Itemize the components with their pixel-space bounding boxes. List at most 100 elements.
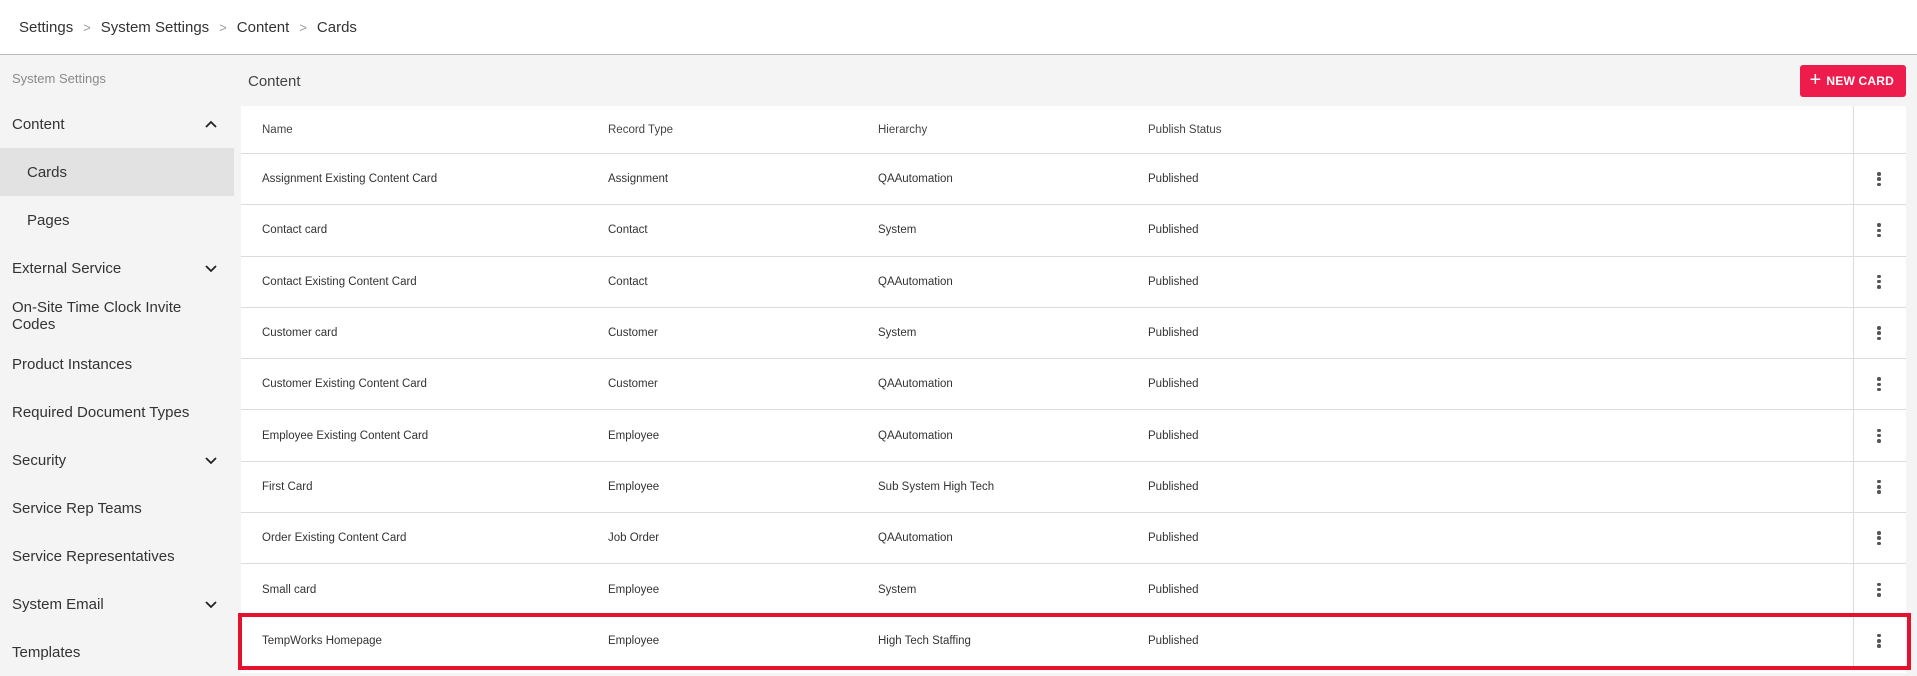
kebab-dot (1877, 639, 1881, 643)
cell-publish-status: Published (1148, 583, 1199, 596)
more-vertical-icon[interactable] (1874, 528, 1884, 548)
table-row[interactable]: Contact Existing Content Card Contact QAAu… (241, 256, 1906, 308)
kebab-dot (1877, 382, 1881, 387)
cell-record-type: Contact (608, 224, 648, 237)
cell-publish-status: Published (1148, 634, 1199, 647)
table-row[interactable]: TempWorks Homepage Employee High Tech Staf… (241, 615, 1906, 667)
breadcrumb-settings[interactable]: Settings (19, 19, 73, 36)
cell-hierarchy: Sub System High Tech (878, 480, 995, 493)
sidebar-item-system-email[interactable]: System Email (0, 580, 234, 628)
kebab-dot (1877, 285, 1881, 289)
table-row[interactable]: Small card Employee System Published (241, 564, 1906, 616)
kebab-dot (1877, 228, 1881, 233)
sidebar-item-cards[interactable]: Cards (0, 148, 234, 196)
more-vertical-icon[interactable] (1874, 477, 1884, 497)
kebab-dot (1877, 531, 1881, 535)
sidebar-item-service-representatives[interactable]: Service Representatives (0, 532, 234, 580)
table-row[interactable]: First Card Employee Sub System High Tech Pu… (241, 461, 1906, 514)
more-vertical-icon[interactable] (1874, 580, 1884, 600)
cell-name[interactable]: Small card (262, 584, 316, 596)
cell-hierarchy: QAAutomation (878, 173, 953, 186)
cell-record-type: Customer (608, 327, 658, 340)
sidebar-item-on-site-time-clock-invite-codes[interactable]: On-Site Time Clock Invite Codes (0, 292, 234, 340)
sidebar-list: Content Cards Pages External Service On-Site… (0, 100, 234, 676)
table-row[interactable]: Order Existing Content Card Job Order QAAu… (241, 513, 1906, 565)
more-vertical-icon[interactable] (1874, 631, 1884, 651)
cell-name[interactable]: Contact card (262, 224, 327, 236)
kebab-dot (1877, 587, 1881, 592)
cell-hierarchy: System (878, 327, 917, 340)
cell-name[interactable]: First Card (262, 481, 312, 493)
sidebar-item-service-rep-teams[interactable]: Service Rep Teams (0, 484, 234, 532)
sidebar: System Settings Content Cards Pages Externa… (0, 56, 234, 673)
chevron-down-icon[interactable] (204, 597, 218, 611)
kebab-dot (1877, 479, 1881, 484)
cell-name[interactable]: Contact Existing Content Card (262, 276, 417, 288)
sidebar-item-product-instances[interactable]: Product Instances (0, 340, 234, 388)
cell-name[interactable]: Employee Existing Content Card (262, 430, 428, 442)
sidebar-item-templates[interactable]: Templates (0, 628, 234, 676)
sidebar-item-content[interactable]: Content (0, 100, 234, 148)
more-vertical-icon[interactable] (1874, 169, 1884, 189)
chevron-right-icon: > (219, 19, 227, 35)
cell-name[interactable]: Customer card (262, 327, 337, 339)
table-row[interactable]: Contact card Contact System Published (241, 205, 1906, 257)
cell-name[interactable]: TempWorks Homepage (262, 635, 382, 647)
table-row[interactable]: Employee Existing Content Card Employee QA… (241, 410, 1906, 462)
table-body: Assignment Existing Content Card Assignme… (241, 154, 1906, 667)
kebab-dot (1877, 593, 1881, 597)
chevron-down-icon[interactable] (204, 261, 218, 275)
new-card-button[interactable]: + NEW CARD (1799, 65, 1906, 97)
kebab-dot (1877, 177, 1881, 181)
cell-record-type: Customer (608, 378, 658, 391)
cell-name[interactable]: Order Existing Content Card (262, 532, 406, 544)
sidebar-item-label: Required Document Types (12, 403, 190, 421)
column-header-record-type[interactable]: Record Type (608, 124, 673, 136)
cell-hierarchy: High Tech Staffing (878, 634, 971, 647)
cell-record-type: Assignment (608, 173, 669, 186)
cell-publish-status: Published (1148, 532, 1199, 545)
column-header-publish-status[interactable]: Publish Status (1148, 124, 1222, 136)
cell-hierarchy: System (878, 583, 917, 596)
column-header-name[interactable]: Name (262, 124, 293, 136)
kebab-dot (1877, 439, 1881, 443)
kebab-dot (1877, 279, 1881, 284)
chevron-up-icon[interactable] (204, 117, 218, 131)
sidebar-item-label: Service Rep Teams (12, 499, 142, 517)
column-divider (1853, 154, 1854, 205)
sidebar-item-required-document-types[interactable]: Required Document Types (0, 388, 234, 436)
table-row[interactable]: Assignment Existing Content Card Assignme… (241, 154, 1906, 206)
cell-name[interactable]: Customer Existing Content Card (262, 378, 427, 390)
more-vertical-icon[interactable] (1874, 374, 1884, 394)
sidebar-item-security[interactable]: Security (0, 436, 234, 484)
column-divider (1853, 513, 1854, 564)
table-row[interactable]: Customer Existing Content Card Customer QA… (241, 359, 1906, 411)
sidebar-item-label: Templates (12, 643, 81, 661)
sidebar-header: System Settings (12, 70, 106, 86)
more-vertical-icon[interactable] (1874, 220, 1884, 240)
sidebar-item-label: Cards (27, 163, 68, 181)
cell-publish-status: Published (1148, 378, 1199, 391)
cards-table: Name Record Type Hierarchy Publish Statu… (241, 106, 1906, 673)
more-vertical-icon[interactable] (1874, 272, 1884, 292)
table-header-row: Name Record Type Hierarchy Publish Statu… (241, 106, 1906, 154)
breadcrumb-system-settings[interactable]: System Settings (101, 19, 209, 36)
breadcrumb-content[interactable]: Content (237, 19, 290, 36)
column-header-hierarchy[interactable]: Hierarchy (878, 124, 927, 136)
table-row[interactable]: Customer card Customer System Published (241, 307, 1906, 360)
cell-name[interactable]: Assignment Existing Content Card (262, 173, 437, 185)
chevron-down-icon[interactable] (204, 453, 218, 467)
sidebar-item-label: External Service (12, 259, 122, 277)
more-vertical-icon[interactable] (1874, 426, 1884, 446)
column-divider (1853, 615, 1854, 666)
sidebar-item-external-service[interactable]: External Service (0, 244, 234, 292)
cell-hierarchy: QAAutomation (878, 378, 953, 391)
sidebar-item-label: Service Representatives (12, 547, 175, 565)
sidebar-item-label: Security (12, 451, 67, 469)
more-vertical-icon[interactable] (1874, 323, 1884, 343)
kebab-dot (1877, 336, 1881, 341)
sidebar-item-pages[interactable]: Pages (0, 196, 234, 244)
kebab-dot (1877, 326, 1881, 330)
sidebar-item-label: Content (12, 115, 65, 133)
chevron-right-icon: > (299, 19, 307, 35)
